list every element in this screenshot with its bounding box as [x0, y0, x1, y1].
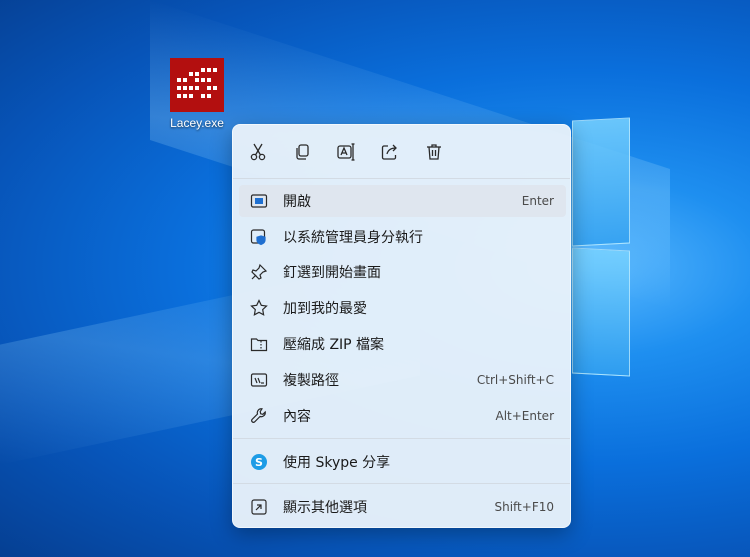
- pin-icon: [249, 262, 269, 282]
- app-icon-pattern: [177, 68, 217, 102]
- menu-item-shortcut: Shift+F10: [494, 500, 554, 514]
- share-icon: [381, 144, 397, 160]
- menu-item-copy-path[interactable]: 複製路徑 Ctrl+Shift+C: [239, 364, 566, 396]
- windows-logo-pane: [572, 117, 630, 247]
- desktop-icon-lacey[interactable]: Lacey.exe: [162, 58, 232, 130]
- menu-item-shortcut: Alt+Enter: [495, 409, 554, 423]
- menu-item-label: 顯示其他選項: [283, 500, 367, 516]
- menu-item-label: 加到我的最愛: [283, 301, 367, 317]
- menu-item-pin-to-start[interactable]: 釘選到開始畫面: [239, 256, 566, 288]
- skype-icon: S: [249, 452, 269, 472]
- menu-item-label: 釘選到開始畫面: [283, 265, 381, 281]
- menu-item-label: 開啟: [283, 194, 311, 210]
- copy-button[interactable]: [287, 137, 317, 167]
- open-icon: [249, 191, 269, 211]
- admin-shield-icon: [249, 227, 269, 247]
- delete-button[interactable]: [419, 137, 449, 167]
- desktop-icon-label: Lacey.exe: [170, 116, 224, 130]
- menu-separator: [233, 483, 570, 484]
- zip-folder-icon: [249, 334, 269, 354]
- wrench-icon: [249, 406, 269, 426]
- menu-item-properties[interactable]: 內容 Alt+Enter: [239, 400, 566, 432]
- cut-button[interactable]: [243, 137, 273, 167]
- menu-item-label: 使用 Skype 分享: [283, 455, 391, 471]
- rename-button[interactable]: [331, 137, 361, 167]
- menu-item-run-as-admin[interactable]: 以系統管理員身分執行: [239, 221, 566, 253]
- svg-text:S: S: [255, 456, 263, 469]
- windows-logo-pane: [572, 247, 630, 377]
- delete-icon: [427, 144, 441, 160]
- menu-item-label: 以系統管理員身分執行: [283, 230, 423, 246]
- copy-icon: [296, 144, 309, 160]
- cut-icon: [250, 143, 266, 161]
- app-icon: [170, 58, 224, 112]
- menu-separator: [233, 438, 570, 439]
- context-menu: 開啟 Enter 以系統管理員身分執行 釘選到開始畫面 加到我的最愛 壓縮成 Z…: [232, 124, 571, 528]
- menu-item-compress-zip[interactable]: 壓縮成 ZIP 檔案: [239, 328, 566, 360]
- menu-item-label: 內容: [283, 409, 311, 425]
- menu-item-show-more-options[interactable]: 顯示其他選項 Shift+F10: [239, 491, 566, 523]
- more-options-icon: [249, 497, 269, 517]
- menu-item-label: 壓縮成 ZIP 檔案: [283, 337, 385, 353]
- menu-item-label: 複製路徑: [283, 373, 339, 389]
- menu-item-skype-share[interactable]: S 使用 Skype 分享: [239, 446, 566, 478]
- menu-item-add-to-favorites[interactable]: 加到我的最愛: [239, 292, 566, 324]
- star-icon: [249, 298, 269, 318]
- share-button[interactable]: [375, 137, 405, 167]
- menu-item-shortcut: Enter: [521, 194, 554, 208]
- context-menu-toolbar: [243, 137, 463, 167]
- menu-separator: [233, 178, 570, 179]
- menu-item-shortcut: Ctrl+Shift+C: [476, 373, 554, 387]
- rename-icon: [337, 143, 355, 161]
- copy-path-icon: [249, 370, 269, 390]
- menu-item-open[interactable]: 開啟 Enter: [239, 185, 566, 217]
